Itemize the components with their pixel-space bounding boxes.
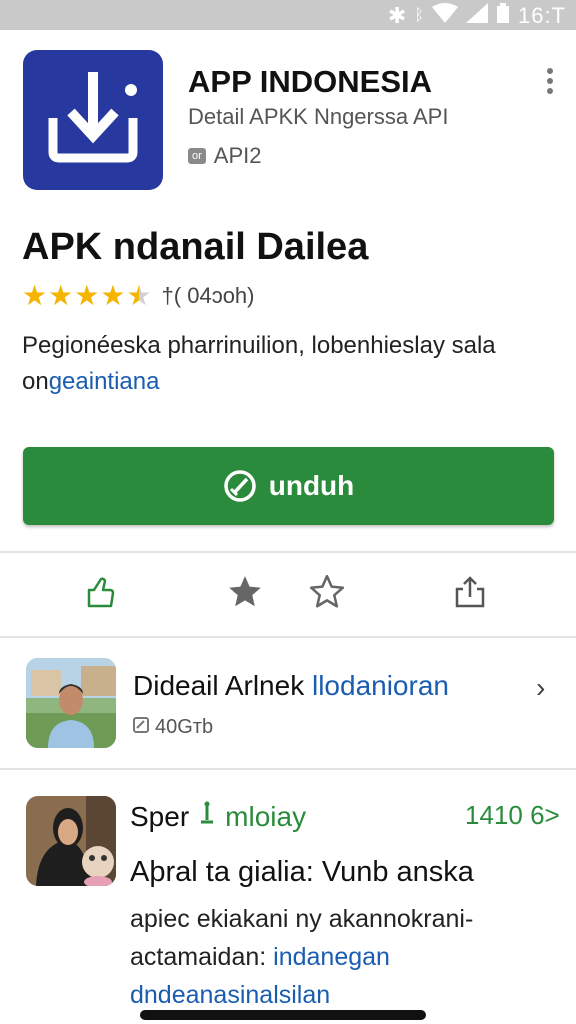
review-author-tag[interactable]: mloiay [225,801,306,833]
review-header: Sper mloiay [130,800,306,833]
more-dot-icon [547,88,553,94]
star-outline-button[interactable] [305,570,349,614]
person-photo-icon [26,796,116,886]
related-thumbnail [26,658,116,748]
action-bar [0,556,576,634]
battery-icon [496,3,510,29]
app-header: APP INDONESIA Detail APKK Nngerssa API o… [0,30,576,200]
rating-row: ★ ★ ★ ★ ★ †( 04ɔoh) [22,282,255,310]
description: Pegionéeska pharrinuilion, lobenhieslay … [22,328,552,400]
rating-count: †( 04ɔoh) [161,283,255,308]
related-row[interactable]: Dideail Arlnek llodanioran 40Gтb › [0,640,576,766]
description-link[interactable]: geaintiana [49,368,160,395]
more-options-button[interactable] [538,64,562,104]
download-label: unduh [268,470,355,501]
bluetooth-icon: ✱ [387,3,407,28]
download-button[interactable]: unduh [23,447,554,525]
review-body-line2: actamaidan: [130,943,267,971]
related-title-link[interactable]: llodanioran [312,670,449,701]
half-star-icon: ★ [126,280,152,311]
review-row: Sper mloiay 1410 6> Aþral ta gialia: Vun… [0,770,576,1024]
review-body-text: ekiakani ny akannokrani- [196,905,474,933]
star-icon: ★ [74,280,100,311]
page-title: APK ndanail Dailea [22,226,369,268]
review-body: apiec ekiakani ny akannokrani- actamaida… [130,900,560,1014]
person-icon [199,800,215,833]
star-filled-icon [229,576,261,607]
bluetooth-icon: ᛒ [414,7,424,24]
home-indicator[interactable] [140,1010,426,1020]
download-tray-icon [48,72,138,163]
wifi-icon [431,3,458,29]
status-icons: ✱ ᛒ 16:T [388,3,566,29]
star-icon: ★ [22,280,48,311]
share-icon [455,576,485,608]
related-title: Dideail Arlnek llodanioran [133,670,449,702]
person-photo-icon [26,658,116,748]
app-icon[interactable] [23,50,163,190]
related-size: 40Gтb [155,716,214,738]
divider [0,636,576,638]
like-icon [87,577,115,608]
tag-badge: or [188,148,206,164]
review-count[interactable]: 1410 6> [465,800,560,831]
app-tag: or API2 [188,143,261,169]
signal-icon [465,3,488,29]
rating-stars: ★ ★ ★ ★ ★ [22,282,152,310]
reviewer-avatar [26,796,116,886]
share-button[interactable] [448,570,492,614]
size-icon [133,716,149,739]
more-dot-icon [547,78,553,84]
divider [0,551,576,553]
review-headline: Aþral ta gialia: Vunb anska [130,856,474,888]
related-title-text: Dideail Arlnek [133,670,305,701]
more-dot-icon [547,68,553,74]
like-button[interactable] [78,570,122,614]
review-body-link[interactable]: indanegan [273,943,390,971]
review-body-link2[interactable]: dndeanasinalsilan [130,981,330,1009]
app-subtitle: Detail APKK Nngerssa API [188,104,449,129]
related-meta: 40Gтb [133,716,213,739]
star-icon: ★ [100,280,126,311]
star-filled-button[interactable] [223,570,267,614]
download-icon [223,470,256,502]
review-body-prefix: apiec [130,905,190,933]
chevron-right-icon[interactable]: › [536,672,545,704]
star-icon: ★ [48,280,74,311]
tag-label: API2 [213,143,262,168]
status-bar: ✱ ᛒ 16:T [0,0,576,30]
star-outline-icon [309,574,345,608]
app-name: APP INDONESIA [188,64,433,99]
review-author: Sper [130,800,190,832]
status-time: 16:T [517,3,566,28]
